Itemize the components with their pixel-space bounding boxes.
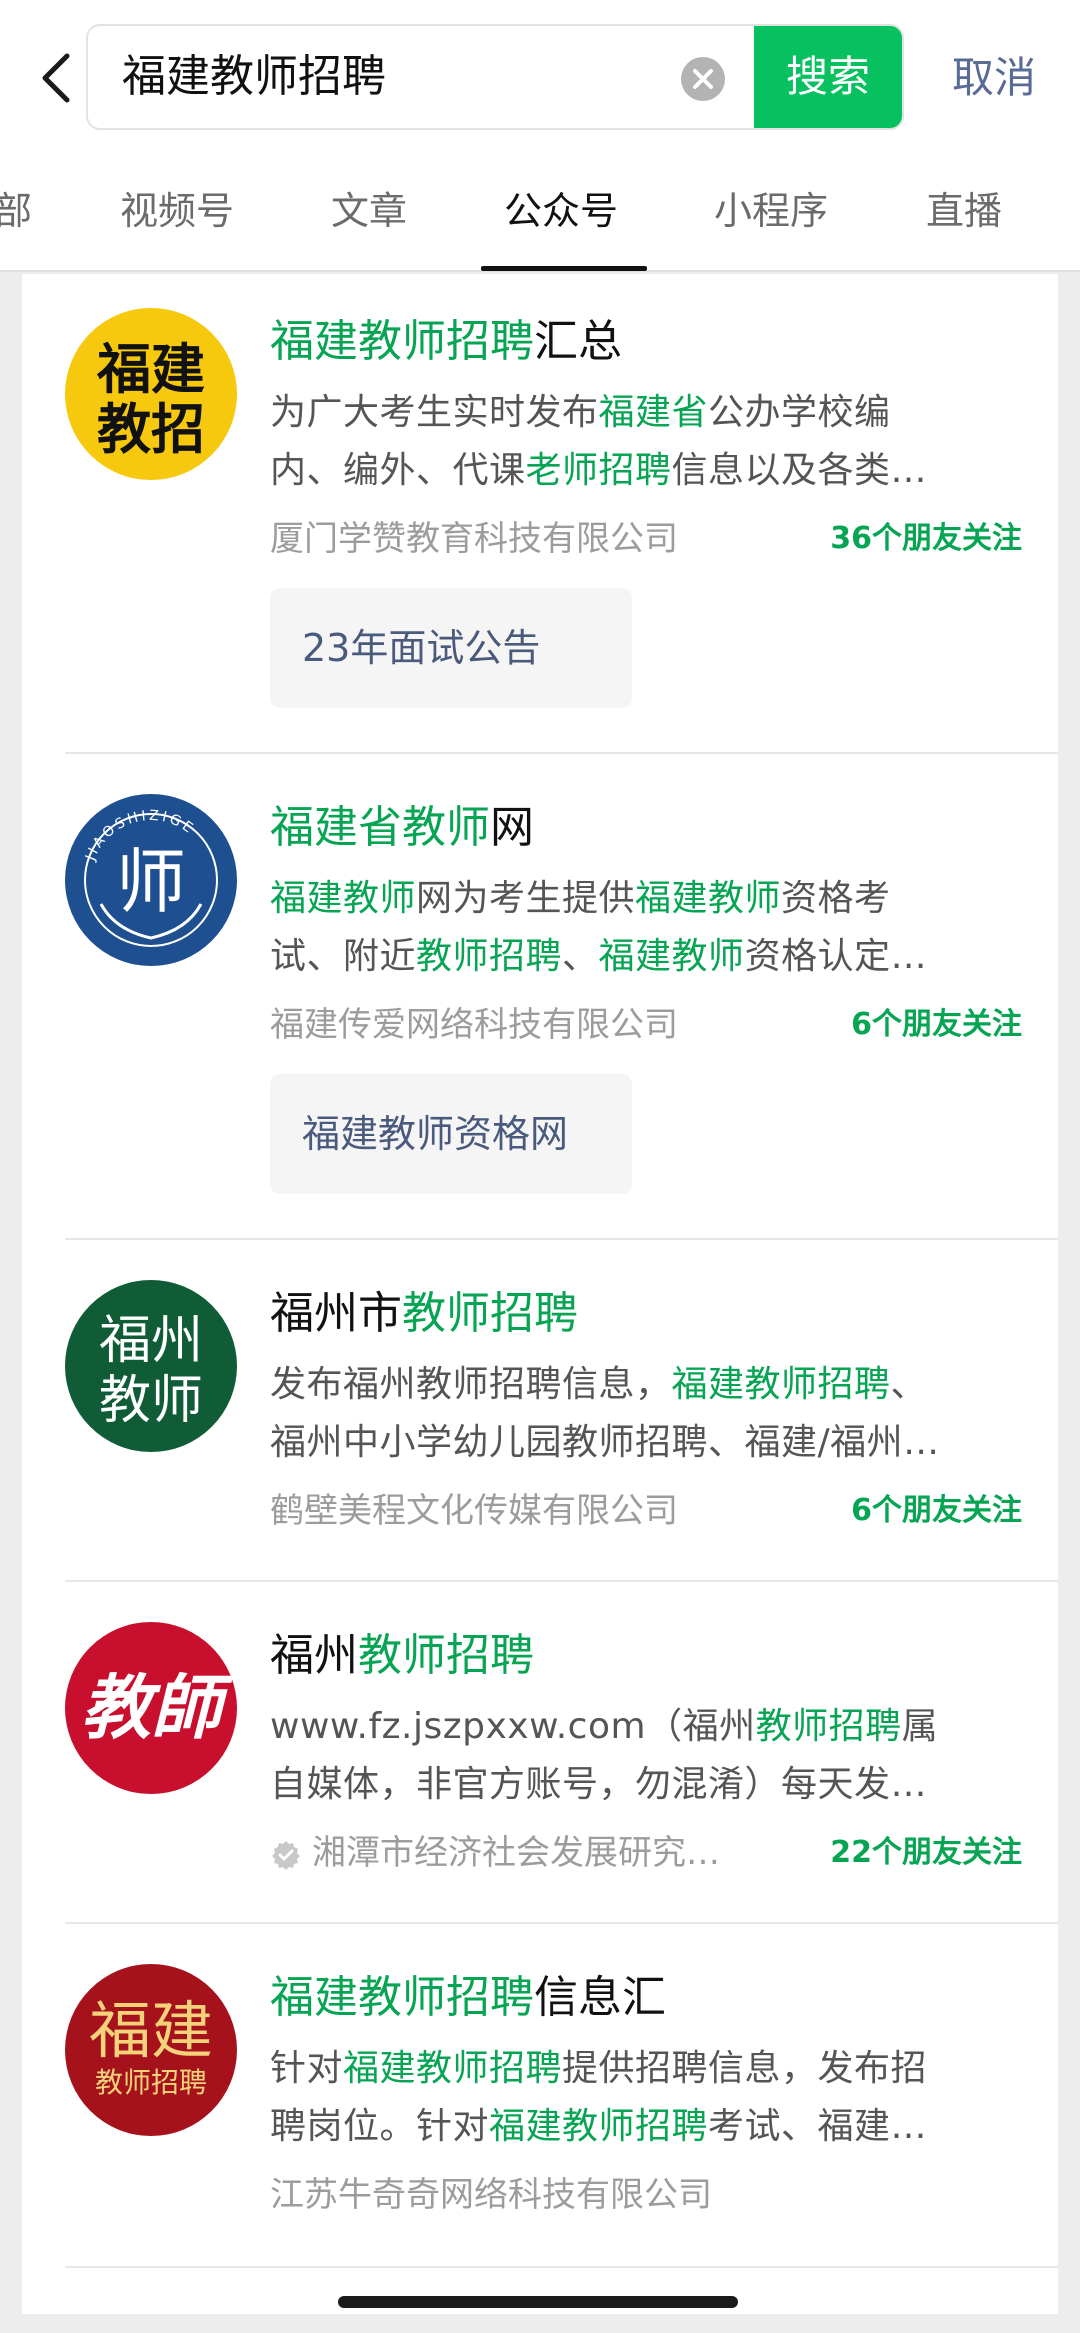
home-indicator[interactable] bbox=[338, 2296, 738, 2308]
list-item[interactable]: 教師 福州教师招聘 www.fz.jszpxxw.com（福州教师招聘属 自媒体… bbox=[22, 1582, 1058, 1924]
result-title[interactable]: 福建省教师网 bbox=[270, 798, 534, 858]
clear-icon bbox=[681, 57, 725, 101]
company-name: 湘潭市经济社会发展研究… bbox=[270, 1828, 720, 1878]
clear-search-button[interactable] bbox=[680, 56, 726, 102]
result-description: 针对福建教师招聘提供招聘信息，发布招 聘岗位。针对福建教师招聘考试、福建… bbox=[270, 2048, 928, 2147]
account-logo-icon: 福州 教师 bbox=[99, 1311, 203, 1431]
company-name: 厦门学赞教育科技有限公司 bbox=[270, 519, 678, 559]
account-logo-icon: 福建 教师招聘 bbox=[89, 1994, 213, 2099]
svg-text:师: 师 bbox=[116, 841, 186, 923]
result-description: 福建教师网为考生提供福建教师资格考 试、附近教师招聘、福建教师资格认定… bbox=[270, 878, 928, 977]
avatar: JIAOSHIZIGE 师 bbox=[65, 794, 237, 966]
search-input[interactable]: 福建教师招聘 搜索 bbox=[86, 24, 904, 130]
friends-following: 6个朋友关注 bbox=[851, 1493, 1022, 1528]
result-title[interactable]: 福州教师招聘 bbox=[270, 1626, 534, 1686]
tab-live[interactable]: 直播 bbox=[926, 168, 1002, 272]
avatar: 教師 bbox=[65, 1622, 237, 1794]
result-title[interactable]: 福建教师招聘信息汇 bbox=[270, 1968, 666, 2028]
svg-text:教招: 教招 bbox=[97, 398, 205, 461]
article-chip[interactable]: 23年面试公告 bbox=[270, 588, 632, 708]
company-name: 鹤壁美程文化传媒有限公司 bbox=[270, 1491, 678, 1531]
tab-official-accounts[interactable]: 公众号 bbox=[504, 168, 618, 272]
list-item[interactable]: 福建 教招 福建教师招聘汇总 为广大考生实时发布福建省公办学校编 内、编外、代课… bbox=[22, 274, 1058, 752]
friends-following: 22个朋友关注 bbox=[830, 1835, 1022, 1870]
company-name: 福建传爱网络科技有限公司 bbox=[270, 1005, 678, 1045]
chevron-left-icon bbox=[42, 53, 70, 103]
tab-video[interactable]: 视频号 bbox=[120, 168, 234, 272]
result-description: 发布福州教师招聘信息，福建教师招聘、 福州中小学幼儿园教师招聘、福建/福州… bbox=[270, 1364, 940, 1463]
tab-mini-programs[interactable]: 小程序 bbox=[714, 168, 828, 272]
account-logo-icon: JIAOSHIZIGE 师 bbox=[82, 808, 218, 947]
result-title[interactable]: 福建教师招聘汇总 bbox=[270, 312, 622, 372]
category-tabs: 部 视频号 文章 公众号 小程序 直播 bbox=[0, 168, 1080, 272]
company-name: 江苏牛奇奇网络科技有限公司 bbox=[270, 2175, 712, 2215]
friends-following: 6个朋友关注 bbox=[851, 1007, 1022, 1042]
account-logo-icon: 福建 教招 bbox=[96, 338, 205, 461]
svg-text:教师招聘: 教师招聘 bbox=[95, 2066, 207, 2099]
result-title[interactable]: 福州市教师招聘 bbox=[270, 1284, 578, 1344]
tab-all[interactable]: 部 bbox=[0, 168, 32, 272]
search-button[interactable]: 搜索 bbox=[754, 26, 902, 128]
article-chip[interactable]: 福建教师资格网 bbox=[270, 1074, 632, 1194]
friends-following: 36个朋友关注 bbox=[830, 521, 1022, 556]
avatar: 福建 教师招聘 bbox=[65, 1964, 237, 2136]
list-item[interactable]: JIAOSHIZIGE 师 福建省教师网 福建教师网为考生提供福建教师资格考 试… bbox=[22, 754, 1058, 1240]
divider bbox=[65, 2266, 1058, 2268]
result-description: 为广大考生实时发布福建省公办学校编 内、编外、代课老师招聘信息以及各类… bbox=[270, 392, 928, 491]
list-item[interactable]: 福建 教师招聘 福建教师招聘信息汇 针对福建教师招聘提供招聘信息，发布招 聘岗位… bbox=[22, 1924, 1058, 2266]
search-header: 福建教师招聘 搜索 取消 部 视频号 文章 公众号 小程序 直播 bbox=[0, 0, 1080, 272]
svg-text:教師: 教師 bbox=[81, 1666, 234, 1749]
cancel-button[interactable]: 取消 bbox=[924, 28, 1064, 128]
account-logo-icon: 教師 bbox=[81, 1666, 234, 1749]
verified-badge-icon bbox=[272, 1840, 300, 1870]
search-query[interactable]: 福建教师招聘 bbox=[122, 26, 386, 128]
tab-articles[interactable]: 文章 bbox=[331, 168, 407, 272]
svg-text:教师: 教师 bbox=[99, 1371, 203, 1431]
list-item[interactable]: 福州 教师 福州市教师招聘 发布福州教师招聘信息，福建教师招聘、 福州中小学幼儿… bbox=[22, 1240, 1058, 1582]
avatar: 福州 教师 bbox=[65, 1280, 237, 1452]
avatar: 福建 教招 bbox=[65, 308, 237, 480]
svg-text:福建: 福建 bbox=[89, 1994, 213, 2067]
svg-text:福建: 福建 bbox=[96, 338, 205, 401]
back-button[interactable] bbox=[22, 38, 88, 118]
active-tab-indicator bbox=[481, 266, 647, 271]
svg-text:福州: 福州 bbox=[99, 1311, 203, 1371]
results-list: 福建 教招 福建教师招聘汇总 为广大考生实时发布福建省公办学校编 内、编外、代课… bbox=[22, 274, 1058, 2314]
result-description: www.fz.jszpxxw.com（福州教师招聘属 自媒体，非官方账号，勿混淆… bbox=[270, 1706, 939, 1805]
